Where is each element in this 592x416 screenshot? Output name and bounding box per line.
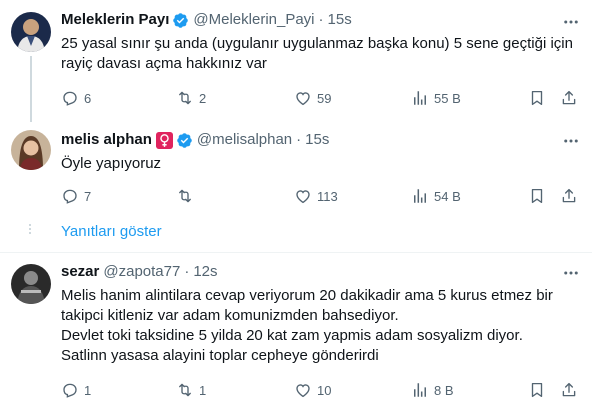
views-icon bbox=[414, 383, 426, 397]
tweet-text-line: Melis hanim alintilara cevap veriyorum 2… bbox=[61, 287, 553, 324]
avatar[interactable] bbox=[11, 12, 51, 52]
female-symbol-icon bbox=[155, 131, 173, 149]
tweet-header: sezar @zapota77 · 12s bbox=[61, 262, 218, 282]
avatar[interactable] bbox=[11, 130, 51, 170]
tweet-text-line: Satlinn yasasa alayini toplar cepheye gö… bbox=[61, 347, 379, 364]
reply-count: 6 bbox=[84, 90, 92, 106]
more-icon[interactable] bbox=[562, 264, 580, 282]
display-name[interactable]: melis alphan bbox=[61, 130, 152, 150]
show-replies-link[interactable]: Yanıtları göster bbox=[61, 222, 162, 242]
reply-button[interactable]: 7 bbox=[61, 186, 91, 206]
reply-button[interactable]: 1 bbox=[61, 380, 91, 400]
tweet-text: Öyle yapıyoruz bbox=[61, 155, 162, 172]
share-icon bbox=[562, 382, 576, 397]
verified-badge-icon bbox=[173, 12, 189, 28]
bookmark-button[interactable] bbox=[528, 88, 546, 108]
avatar[interactable] bbox=[11, 264, 51, 304]
like-button[interactable]: 59 bbox=[294, 88, 331, 108]
like-count: 59 bbox=[317, 90, 332, 106]
share-button[interactable] bbox=[560, 88, 578, 108]
tweet-header: melis alphan @melisalphan · 15s bbox=[61, 130, 329, 150]
views-icon bbox=[414, 91, 426, 105]
views-count: 55 B bbox=[434, 90, 461, 106]
action-bar: 6 2 59 55 B bbox=[61, 88, 581, 108]
display-name[interactable]: Meleklerin Payı bbox=[61, 10, 169, 30]
views-count: 54 B bbox=[434, 188, 461, 204]
reply-icon bbox=[63, 383, 77, 398]
share-icon bbox=[562, 90, 576, 105]
retweet-icon bbox=[179, 91, 191, 105]
bookmark-button[interactable] bbox=[528, 186, 546, 206]
more-icon[interactable] bbox=[562, 132, 580, 150]
retweet-button[interactable]: 1 bbox=[176, 380, 206, 400]
tweet-text: 25 yasal sınır şu anda (uygulanır uygula… bbox=[61, 35, 573, 72]
action-bar: 1 1 10 8 B bbox=[61, 380, 581, 400]
views-button[interactable]: 55 B bbox=[411, 88, 461, 108]
tweet-text: Melis hanim alintilara cevap veriyorum 2… bbox=[61, 286, 581, 366]
bookmark-icon bbox=[531, 90, 543, 106]
share-button[interactable] bbox=[560, 186, 578, 206]
views-count: 8 B bbox=[434, 382, 454, 398]
user-handle[interactable]: @Meleklerin_Payi bbox=[193, 10, 314, 30]
retweet-icon bbox=[179, 189, 191, 203]
views-button[interactable]: 54 B bbox=[411, 186, 461, 206]
share-icon bbox=[562, 188, 576, 203]
verified-badge-icon bbox=[177, 132, 192, 148]
user-handle[interactable]: @melisalphan bbox=[197, 130, 292, 150]
timestamp[interactable]: 15s bbox=[328, 10, 352, 30]
retweet-count: 2 bbox=[199, 90, 207, 106]
reply-button[interactable]: 6 bbox=[61, 88, 91, 108]
retweet-button[interactable] bbox=[176, 186, 199, 206]
retweet-icon bbox=[179, 383, 191, 397]
tweet-2[interactable]: melis alphan @melisalphan · 15s Öyle yap… bbox=[0, 118, 592, 218]
heart-icon bbox=[296, 384, 310, 398]
tweet-text-line: Devlet toki taksidine 5 yilda 20 kat zam… bbox=[61, 327, 523, 344]
views-icon bbox=[414, 189, 426, 203]
reply-count: 1 bbox=[84, 382, 92, 398]
separator-dot: · bbox=[184, 263, 190, 280]
more-icon[interactable] bbox=[562, 13, 580, 31]
separator-dot: · bbox=[296, 131, 302, 148]
reply-icon bbox=[63, 91, 77, 106]
like-button[interactable]: 10 bbox=[294, 380, 331, 400]
retweet-count: 1 bbox=[199, 382, 207, 398]
tweet-1[interactable]: Meleklerin Payı @Meleklerin_Payi · 15s 2… bbox=[0, 0, 592, 122]
reply-count: 7 bbox=[84, 188, 92, 204]
retweet-button[interactable]: 2 bbox=[176, 88, 206, 108]
heart-icon bbox=[296, 92, 310, 106]
thread-line bbox=[30, 56, 32, 122]
action-bar: 7 113 54 B bbox=[61, 186, 581, 206]
bookmark-icon bbox=[531, 188, 543, 204]
bookmark-button[interactable] bbox=[528, 380, 546, 400]
like-button[interactable]: 113 bbox=[294, 186, 338, 206]
tweet-3[interactable]: sezar @zapota77 · 12s Melis hanim alinti… bbox=[0, 253, 592, 416]
heart-icon bbox=[296, 190, 310, 204]
thread-dots bbox=[29, 224, 31, 236]
separator-dot: · bbox=[318, 11, 324, 28]
user-handle[interactable]: @zapota77 bbox=[103, 262, 180, 282]
tweet-header: Meleklerin Payı @Meleklerin_Payi · 15s bbox=[61, 10, 352, 30]
bookmark-icon bbox=[531, 382, 543, 398]
share-button[interactable] bbox=[560, 380, 578, 400]
like-count: 10 bbox=[317, 382, 332, 398]
display-name[interactable]: sezar bbox=[61, 262, 99, 282]
like-count: 113 bbox=[317, 188, 338, 204]
reply-icon bbox=[63, 189, 77, 204]
views-button[interactable]: 8 B bbox=[411, 380, 454, 400]
timestamp[interactable]: 15s bbox=[305, 130, 329, 150]
timestamp[interactable]: 12s bbox=[193, 262, 217, 282]
